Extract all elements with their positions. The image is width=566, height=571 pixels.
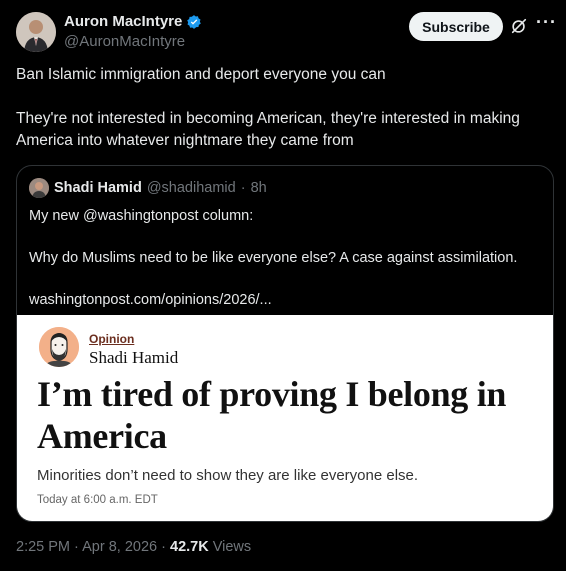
post-date[interactable]: Apr 8, 2026 — [82, 539, 157, 555]
post-time[interactable]: 2:25 PM — [16, 539, 70, 555]
post-paragraph: They're not interested in becoming Ameri… — [16, 110, 520, 149]
author-name[interactable]: Auron MacIntyre — [64, 13, 182, 30]
article-dateline: Today at 6:00 a.m. EDT — [37, 494, 158, 506]
quoted-author-name[interactable]: Shadi Hamid — [54, 180, 142, 196]
post-meta: 2:25 PM · Apr 8, 2026 · 42.7K Views — [16, 539, 251, 555]
separator-dot: · — [74, 539, 79, 555]
author-name-row[interactable]: Auron MacIntyre — [64, 13, 202, 30]
quoted-post-header: Shadi Hamid @shadihamid · 8h — [29, 178, 267, 198]
views-label: Views — [212, 539, 252, 555]
quoted-post[interactable]: Shadi Hamid @shadihamid · 8h My new @was… — [16, 165, 554, 522]
quoted-author-avatar[interactable] — [29, 178, 49, 198]
article-headline: I’m tired of proving I belong in America — [37, 374, 507, 456]
quoted-post-age[interactable]: 8h — [251, 180, 267, 196]
columnist-avatar — [39, 327, 79, 367]
post-paragraph: Ban Islamic immigration and deport every… — [16, 66, 386, 83]
grok-icon[interactable] — [510, 17, 528, 35]
quoted-paragraph: My new @washingtonpost column: — [29, 208, 254, 224]
quoted-post-text: My new @washingtonpost column: Why do Mu… — [29, 206, 539, 311]
post-text: Ban Islamic immigration and deport every… — [16, 64, 551, 152]
separator-dot: · — [240, 180, 246, 196]
section-label: Opinion — [89, 332, 135, 346]
more-icon[interactable]: ··· — [536, 12, 557, 33]
verified-badge-icon — [187, 14, 202, 29]
subscribe-button[interactable]: Subscribe — [409, 12, 503, 41]
quoted-link[interactable]: washingtonpost.com/opinions/2026/... — [29, 290, 539, 311]
author-avatar[interactable] — [16, 12, 56, 52]
quoted-author-handle[interactable]: @shadihamid — [147, 180, 236, 196]
views-count: 42.7K — [170, 539, 209, 555]
separator-dot: · — [161, 539, 166, 555]
article-card-image[interactable]: Opinion Shadi Hamid I’m tired of proving… — [17, 315, 553, 521]
article-subheadline: Minorities don’t need to show they are l… — [37, 467, 419, 484]
columnist-name: Shadi Hamid — [89, 348, 179, 367]
quoted-paragraph: Why do Muslims need to be like everyone … — [29, 250, 518, 266]
author-handle[interactable]: @AuronMacIntyre — [64, 33, 185, 50]
